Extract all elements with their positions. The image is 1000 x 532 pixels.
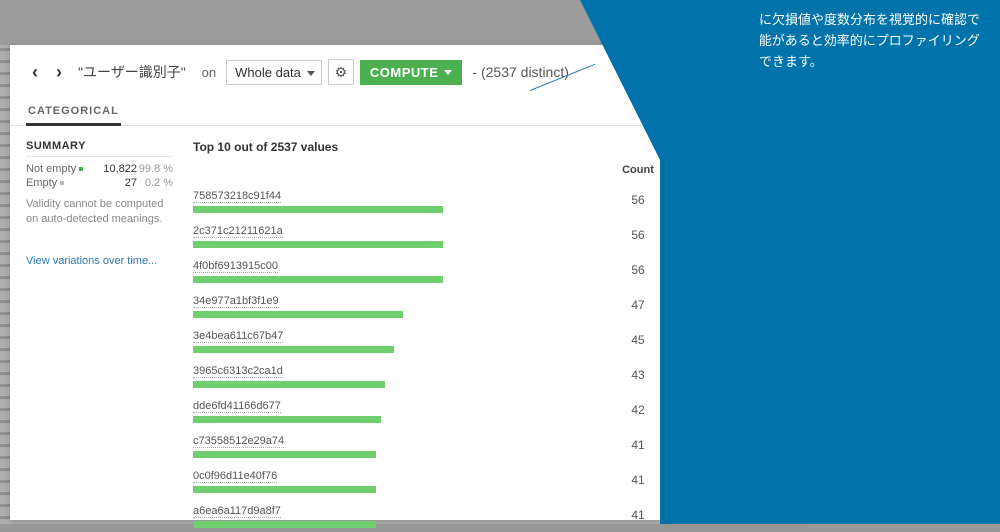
value-count: 41 bbox=[608, 473, 668, 487]
scope-select[interactable]: Whole data bbox=[226, 60, 322, 85]
summary-heading: SUMMARY bbox=[26, 140, 173, 157]
column-name: "ユーザー識別子" bbox=[78, 62, 186, 82]
value-label[interactable]: 3e4bea611c67b47 bbox=[193, 330, 283, 343]
value-bar bbox=[193, 486, 376, 493]
value-bar bbox=[193, 241, 443, 248]
distinct-count: - (2537 distinct) bbox=[472, 64, 568, 80]
prev-column-button[interactable]: ‹ bbox=[26, 62, 44, 83]
dot-icon bbox=[60, 181, 64, 185]
summary-row-not-empty: Not empty 10,822 99.8 % bbox=[26, 163, 173, 175]
summary-row-empty: Empty 27 0.2 % bbox=[26, 177, 173, 189]
settings-button[interactable]: ⚙ bbox=[328, 59, 354, 85]
summary-label: Empty bbox=[26, 177, 57, 189]
value-bar bbox=[193, 451, 376, 458]
value-bar bbox=[193, 311, 403, 318]
annotation-text: 項目毎に欠損値や度数分布を視覚的に確認できる機能があると効率的にプロファイリング… bbox=[660, 0, 1000, 72]
scope-select-value: Whole data bbox=[235, 65, 301, 80]
validity-note: Validity cannot be computed on auto-dete… bbox=[26, 197, 173, 227]
dot-icon bbox=[79, 167, 83, 171]
gear-icon: ⚙ bbox=[335, 64, 348, 81]
value-bar bbox=[193, 206, 443, 213]
next-column-button[interactable]: › bbox=[50, 62, 68, 83]
value-count: 43 bbox=[608, 368, 668, 382]
value-label[interactable]: 4f0bf6913915c00 bbox=[193, 260, 278, 273]
tab-categorical[interactable]: CATEGORICAL bbox=[26, 99, 121, 126]
summary-value: 27 bbox=[97, 177, 137, 189]
value-label[interactable]: dde6fd41166d677 bbox=[193, 400, 281, 413]
value-label[interactable]: 34e977a1bf3f1e9 bbox=[193, 295, 279, 308]
summary-value: 10,822 bbox=[97, 163, 137, 175]
value-count: 41 bbox=[608, 438, 668, 452]
summary-sidebar: SUMMARY Not empty 10,822 99.8 % Empty 27… bbox=[10, 126, 185, 532]
value-label[interactable]: a6ea6a117d9a8f7 bbox=[193, 505, 281, 518]
summary-pct: 0.2 % bbox=[137, 177, 173, 189]
variations-link[interactable]: View variations over time... bbox=[26, 255, 173, 267]
value-bar bbox=[193, 416, 381, 423]
compute-button-label: COMPUTE bbox=[370, 65, 439, 80]
value-label[interactable]: 758573218c91f44 bbox=[193, 190, 281, 203]
on-label: on bbox=[202, 65, 216, 80]
value-bar bbox=[193, 521, 376, 528]
value-bar bbox=[193, 381, 385, 388]
value-count: 42 bbox=[608, 403, 668, 417]
value-count: 41 bbox=[608, 508, 668, 522]
annotation-callout: 項目毎に欠損値や度数分布を視覚的に確認できる機能があると効率的にプロファイリング… bbox=[660, 0, 1000, 524]
summary-pct: 99.8 % bbox=[137, 163, 173, 175]
value-bar bbox=[193, 346, 394, 353]
summary-label: Not empty bbox=[26, 163, 76, 175]
value-label[interactable]: c73558512e29a74 bbox=[193, 435, 284, 448]
value-bar bbox=[193, 276, 443, 283]
value-label[interactable]: 0c0f96d11e40f76 bbox=[193, 470, 277, 483]
value-label[interactable]: 3965c6313c2ca1d bbox=[193, 365, 283, 378]
value-label[interactable]: 2c371c21211621a bbox=[193, 225, 283, 238]
compute-button[interactable]: COMPUTE bbox=[360, 60, 463, 85]
